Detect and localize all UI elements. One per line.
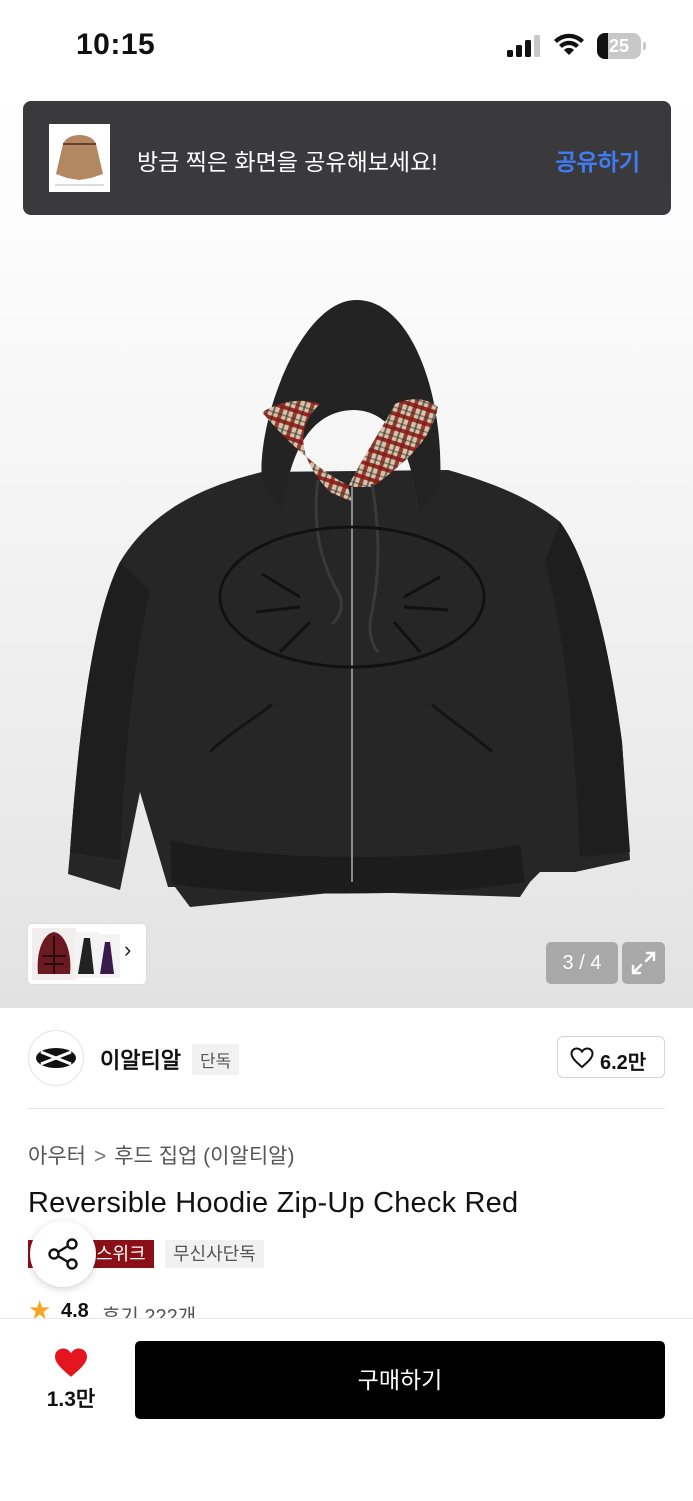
share-icon [48,1238,78,1270]
breadcrumb-separator: > [93,1145,107,1168]
brand-name[interactable]: 이알티알 [100,1043,181,1075]
toast-message: 방금 찍은 화면을 공유해보세요! [137,149,438,175]
product-image[interactable] [0,92,693,1008]
status-bar: 10:15 25 [0,0,693,92]
buy-button[interactable]: 구매하기 [135,1341,665,1419]
breadcrumb-category[interactable]: 아우터 [28,1145,86,1168]
review-count: 후기 222개 [102,1306,197,1320]
divider [28,1108,665,1109]
star-icon: ★ [28,1296,52,1320]
exclusive-tag: 무신사단독 [165,1240,264,1268]
brand-like-button[interactable]: 6.2만 [557,1036,665,1078]
share-toast: 방금 찍은 화면을 공유해보세요! 공유하기 [23,101,671,215]
status-time: 10:15 [76,28,156,61]
brand-logo[interactable] [28,1030,84,1086]
breadcrumb-subcategory[interactable]: 후드 집업 (이알티알) [114,1145,294,1168]
screenshot-thumbnail[interactable] [49,124,110,192]
heart-filled-icon [55,1348,87,1377]
rating-row[interactable]: ★ 4.8 후기 222개 [28,1296,328,1320]
product-title: Reversible Hoodie Zip-Up Check Red [28,1187,519,1219]
brand-like-count: 6.2만 [600,1052,647,1074]
brand-row: 이알티알 단독 6.2만 [28,1030,665,1086]
battery-level: 25 [608,36,630,56]
expand-icon [631,951,656,975]
hoodie-photo [68,299,630,907]
expand-button[interactable] [622,942,665,984]
breadcrumb: 아우터 > 후드 집업 (이알티알) [28,1140,294,1170]
product-like-button[interactable]: 1.3만 [38,1347,104,1413]
product-like-count: 1.3만 [46,1388,96,1411]
exclusive-badge: 단독 [192,1044,240,1075]
rating-value: 4.8 [61,1300,89,1320]
toast-share-button[interactable]: 공유하기 [555,143,640,177]
image-counter: 3 / 4 [546,942,618,984]
share-button[interactable] [30,1221,96,1287]
heart-outline-icon [570,1047,594,1069]
bottom-bar: 1.3만 구매하기 [0,1318,693,1501]
battery-icon: 25 [597,33,647,59]
wifi-icon [554,33,584,55]
chevron-right-icon[interactable]: › [124,937,131,963]
cellular-signal-icon [507,35,540,57]
